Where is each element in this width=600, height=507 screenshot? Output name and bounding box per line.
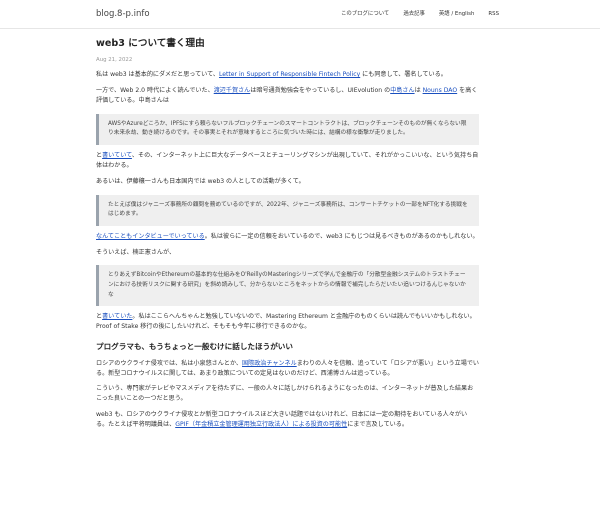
site-header: blog.8-p.info このブログについて 過去記事 英語 / Englis… xyxy=(0,0,600,29)
text: にも同意して、署名している。 xyxy=(360,71,447,79)
paragraph-7: と書いていた。私はここらへんちゃんと勉強していないので、Mastering Et… xyxy=(96,312,479,332)
nav-english[interactable]: 英語 / English xyxy=(439,10,475,18)
gpif-link[interactable]: GPIF（年金積立金管理運用独立行政法人）による投資の可能性 xyxy=(175,421,347,428)
text: 私は web3 は基本的にダメだと思っていて、 xyxy=(96,71,219,79)
main-nav: このブログについて 過去記事 英語 / English RSS xyxy=(327,10,499,18)
paragraph-5: なんてこともインタビューでいっている。私は彼らに一定の信頼をおいているので、we… xyxy=(96,232,479,242)
interview-link[interactable]: なんてこともインタビューでいっている xyxy=(96,233,205,240)
text: ロシアのウクライナ侵攻では、私は小泉悠さんとか、 xyxy=(96,359,243,367)
paragraph-8: ロシアのウクライナ侵攻では、私は小泉悠さんとか、国際政治チャンネルまわりの人々を… xyxy=(96,359,479,379)
quote-nakajima: AWSやAzureどころか、IPFSにすら頼らないフルブロックチェーンのスマート… xyxy=(96,113,479,145)
article: web3 について書く理由 Aug 21, 2022 私は web3 は基本的に… xyxy=(96,34,479,430)
text: 。私は彼らに一定の信頼をおいているので、web3 にもじつは見るべきものがあるの… xyxy=(204,232,479,240)
intl-politics-channel-link[interactable]: 国際政治チャンネル xyxy=(242,360,297,367)
watanabe-link[interactable]: 渡辺千賀さん xyxy=(214,87,251,94)
text: にまで言及している。 xyxy=(347,420,408,428)
section-heading: プログラマも、もうちょっと一般むけに話したほうがいい xyxy=(96,341,293,351)
text: 。私はここらへんちゃんと勉強していないので、Mastering Ethereum… xyxy=(96,313,476,331)
post-date: Aug 21, 2022 xyxy=(96,56,133,63)
paragraph-4: あるいは、伊藤穰一さんも日本国内では web3 の人としての活動が多くて。 xyxy=(96,177,305,185)
quote-kusunoki: とりあえずBitcoinやEthereumの基本的な仕組みをO'ReillyのM… xyxy=(96,265,479,307)
quote-ito: たとえば僕はジャニーズ事務所の顧問を務めているのですが、2022年、ジャニーズ事… xyxy=(96,194,479,226)
paragraph-10: web3 も、ロシアのウクライナ侵攻とか新型コロナウイルスほど大きい話題ではない… xyxy=(96,410,479,430)
nakajima-link[interactable]: 中島さん xyxy=(390,87,414,94)
paragraph-9: こういう、専門家がテレビやマスメディアを待たずに、一般の人々に話しかけられるよう… xyxy=(96,385,474,403)
paragraph-6: そういえば、楠正憲さんが、 xyxy=(96,248,176,256)
fintech-letter-link[interactable]: Letter in Support of Responsible Fintech… xyxy=(219,71,360,78)
text: 、その、インターネット上に巨大なデータベースとチューリングマシンが出現していて、… xyxy=(96,151,479,169)
text: 一方で、Web 2.0 時代によく読んでいた、 xyxy=(96,87,214,95)
site-title-link[interactable]: blog.8-p.info xyxy=(96,8,150,21)
paragraph-2: 一方で、Web 2.0 時代によく読んでいた、渡辺千賀さんは暗号通貨勉強会をやっ… xyxy=(96,86,479,106)
paragraph-1: 私は web3 は基本的にダメだと思っていて、Letter in Support… xyxy=(96,70,479,80)
nav-about[interactable]: このブログについて xyxy=(341,10,389,18)
nav-rss[interactable]: RSS xyxy=(488,10,499,18)
kusunoki-post-link[interactable]: 書いていた xyxy=(102,313,132,320)
nouns-dao-link[interactable]: Nouns DAO xyxy=(423,87,458,94)
post-title: web3 について書く理由 xyxy=(96,38,205,49)
text: は暗号通貨勉強会をやっているし、UIEvolution の xyxy=(250,87,391,95)
nakajima-post-link[interactable]: 書いていて xyxy=(102,152,132,159)
paragraph-3: と書いていて、その、インターネット上に巨大なデータベースとチューリングマシンが出… xyxy=(96,151,479,171)
text: は xyxy=(414,87,423,95)
nav-archive[interactable]: 過去記事 xyxy=(403,10,425,18)
